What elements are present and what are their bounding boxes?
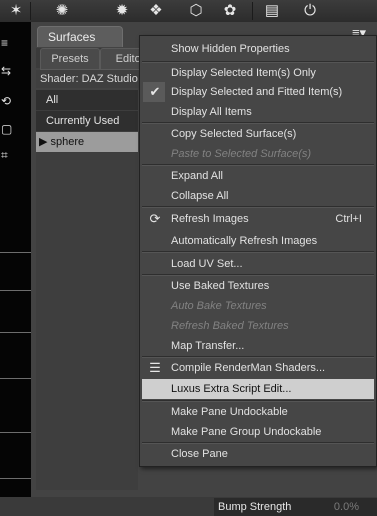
checkmark-icon: ✔: [149, 84, 161, 99]
grid-line: [0, 290, 31, 291]
expand-arrow-icon[interactable]: ▶: [39, 136, 47, 148]
grid-line: [0, 252, 31, 253]
menu-item-map-transfer[interactable]: Map Transfer...: [140, 336, 376, 356]
tab-presets[interactable]: Presets: [40, 48, 100, 70]
bump-strength-value: 0.0%: [333, 501, 359, 513]
menu-item-auto-refresh[interactable]: Automatically Refresh Images: [140, 231, 376, 251]
menu-item-auto-bake: Auto Bake Textures: [171, 300, 267, 312]
grid-icon[interactable]: ⌗: [1, 148, 8, 162]
bump-strength-label: Bump Strength: [218, 501, 292, 513]
frame-icon[interactable]: ▢: [1, 122, 12, 136]
menu-item-group-undockable[interactable]: Make Pane Group Undockable: [140, 422, 376, 442]
menu-item-use-baked[interactable]: Use Baked Textures: [140, 276, 376, 296]
menu-item-refresh-images[interactable]: ⟳ Refresh Images Ctrl+I: [140, 209, 376, 229]
menu-item-close-pane[interactable]: Close Pane: [140, 444, 376, 464]
menu-item-paste-selected: Paste to Selected Surface(s): [171, 148, 312, 160]
menu-item-pane-undockable[interactable]: Make Pane Undockable: [140, 402, 376, 422]
surface-tree: All Currently Used ▶ sphere: [36, 90, 138, 490]
window-panel-icon[interactable]: ▤: [262, 1, 282, 21]
menu-item-display-all[interactable]: Display All Items: [140, 102, 376, 122]
shader-label: Shader: DAZ Studio: [36, 70, 146, 88]
toolbar-separator: [30, 2, 31, 20]
grid-line: [0, 332, 31, 333]
grid-line: [0, 432, 31, 433]
sparkle-icon[interactable]: ✶: [6, 1, 26, 21]
paint-splash-icon[interactable]: ✿: [220, 1, 240, 21]
menu-separator: [142, 206, 374, 208]
bump-strength-row[interactable]: Bump Strength 0.0%: [214, 498, 377, 516]
cogwheel-icon[interactable]: ✺: [52, 1, 72, 21]
menu-item-luxus-extra-script[interactable]: Luxus Extra Script Edit...: [142, 379, 374, 399]
tree-item-sphere[interactable]: ▶ sphere: [36, 132, 138, 153]
bulb-icon[interactable]: ✹: [112, 1, 132, 21]
tree-item-all[interactable]: All: [36, 90, 138, 111]
tree-item-currently-used[interactable]: Currently Used: [36, 111, 138, 132]
viewport-menu-icon[interactable]: ≡: [1, 36, 8, 50]
menu-item-copy-selected[interactable]: Copy Selected Surface(s): [140, 124, 376, 144]
shortcut-label: Ctrl+I: [335, 213, 362, 225]
surfaces-pane-tab[interactable]: Surfaces: [37, 26, 123, 47]
cubes-icon[interactable]: ❖: [146, 1, 166, 21]
script-icon: ☰: [149, 360, 161, 375]
menu-item-expand-all[interactable]: Expand All: [140, 166, 376, 186]
pane-context-menu: Show Hidden Properties Display Selected …: [139, 35, 377, 467]
menu-separator: [142, 251, 374, 253]
menu-item-display-selected-fitted[interactable]: ✔ Display Selected and Fitted Item(s): [140, 82, 376, 102]
move-icon[interactable]: ⇆: [1, 64, 11, 78]
grid-line: [0, 378, 31, 379]
menu-item-refresh-baked: Refresh Baked Textures: [171, 320, 289, 332]
menu-item-display-selected-only[interactable]: Display Selected Item(s) Only: [140, 63, 376, 83]
menu-item-compile-renderman[interactable]: ☰ Compile RenderMan Shaders...: [140, 358, 376, 378]
menu-item-collapse-all[interactable]: Collapse All: [140, 186, 376, 206]
main-toolbar: ✶ ✺ ✹ ❖ ⬡ ✿ ▤ ⏻: [0, 0, 377, 23]
refresh-icon: ⟳: [149, 211, 161, 226]
power-icon[interactable]: ⏻: [300, 1, 320, 21]
tree-item-label: sphere: [50, 136, 85, 148]
toolbar-separator: [252, 2, 253, 20]
rotate-icon[interactable]: ⟲: [1, 94, 11, 108]
viewport-strip[interactable]: ≡ ⇆ ⟲ ▢ ⌗: [0, 22, 32, 497]
cube-wireframe-icon[interactable]: ⬡: [186, 1, 206, 21]
menu-item-load-uv-set[interactable]: Load UV Set...: [140, 254, 376, 274]
grid-line: [0, 478, 31, 479]
menu-item-show-hidden-properties[interactable]: Show Hidden Properties: [140, 39, 376, 59]
